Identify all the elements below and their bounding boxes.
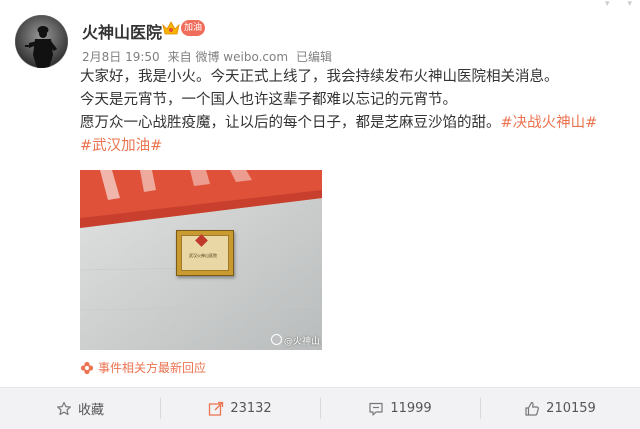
hospital-plaque: 武汉火神山医院: [176, 230, 234, 276]
favorite-label: 收藏: [77, 403, 104, 418]
comment-button[interactable]: 11999: [320, 388, 480, 429]
related-updates-label: 事件相关方最新回应: [98, 361, 207, 375]
avatar[interactable]: [15, 15, 68, 68]
related-updates-link[interactable]: 事件相关方最新回应: [80, 359, 206, 376]
comment-icon: [369, 402, 383, 416]
post-line-4: #武汉加油#: [80, 135, 630, 158]
post-meta: 2月8日 19:50 来自 微博 weibo.com 已编辑: [82, 48, 340, 65]
like-count: 210159: [546, 401, 596, 416]
flower-icon: [80, 361, 94, 374]
chevron-down-icon[interactable]: ▾: [605, 0, 610, 9]
comment-count: 11999: [390, 401, 432, 416]
post-photo[interactable]: 武汉火神山医院 @火神山: [80, 170, 322, 350]
soldier-silhouette-icon: [15, 15, 68, 68]
weibo-post-card: ▾ ▾ 火神山医院 加油 2月8日 19:50 来自 微博 weibo.com …: [0, 0, 640, 429]
post-line-1: 大家好，我是小火。今天正式上线了，我会持续发布火神山医院相关消息。: [80, 69, 559, 85]
repost-count: 23132: [230, 401, 272, 416]
thumbs-up-icon: [525, 401, 540, 416]
watermark-text: @火神山: [283, 337, 320, 347]
action-bar: 收藏 23132 11999 210159: [0, 387, 640, 429]
jiayou-badge[interactable]: 加油: [181, 20, 205, 36]
top-toolbar: ▾ ▾: [605, 0, 632, 9]
post-line-2: 今天是元宵节，一个国人也许这辈子都难以忘记的元宵节。: [80, 92, 457, 108]
like-button[interactable]: 210159: [480, 388, 640, 429]
favorite-button[interactable]: 收藏: [0, 388, 160, 429]
hashtag-juezhan[interactable]: #决战火神山#: [501, 115, 598, 131]
hashtag-wuhan[interactable]: #武汉加油#: [80, 138, 162, 154]
more-icon[interactable]: ▾: [627, 0, 632, 9]
post-source[interactable]: 来自 微博 weibo.com: [168, 50, 288, 64]
star-icon: [57, 401, 71, 415]
post-line-3-text: 愿万众一心战胜疫魔，让以后的每个日子，都是芝麻豆沙馅的甜。: [80, 115, 501, 131]
edited-label[interactable]: 已编辑: [296, 50, 332, 64]
post-line-3: 愿万众一心战胜疫魔，让以后的每个日子，都是芝麻豆沙馅的甜。#决战火神山#: [80, 112, 630, 135]
repost-icon: [209, 401, 224, 416]
account-name[interactable]: 火神山医院: [82, 19, 162, 43]
repost-button[interactable]: 23132: [160, 388, 320, 429]
post-content: 大家好，我是小火。今天正式上线了，我会持续发布火神山医院相关消息。 今天是元宵节…: [80, 66, 630, 158]
crown-badge-icon[interactable]: [162, 20, 180, 36]
plaque-text: 武汉火神山医院: [189, 253, 217, 258]
post-date[interactable]: 2月8日 19:50: [82, 50, 160, 64]
weibo-logo-icon: [270, 334, 282, 345]
photo-watermark: @火神山: [270, 334, 320, 347]
